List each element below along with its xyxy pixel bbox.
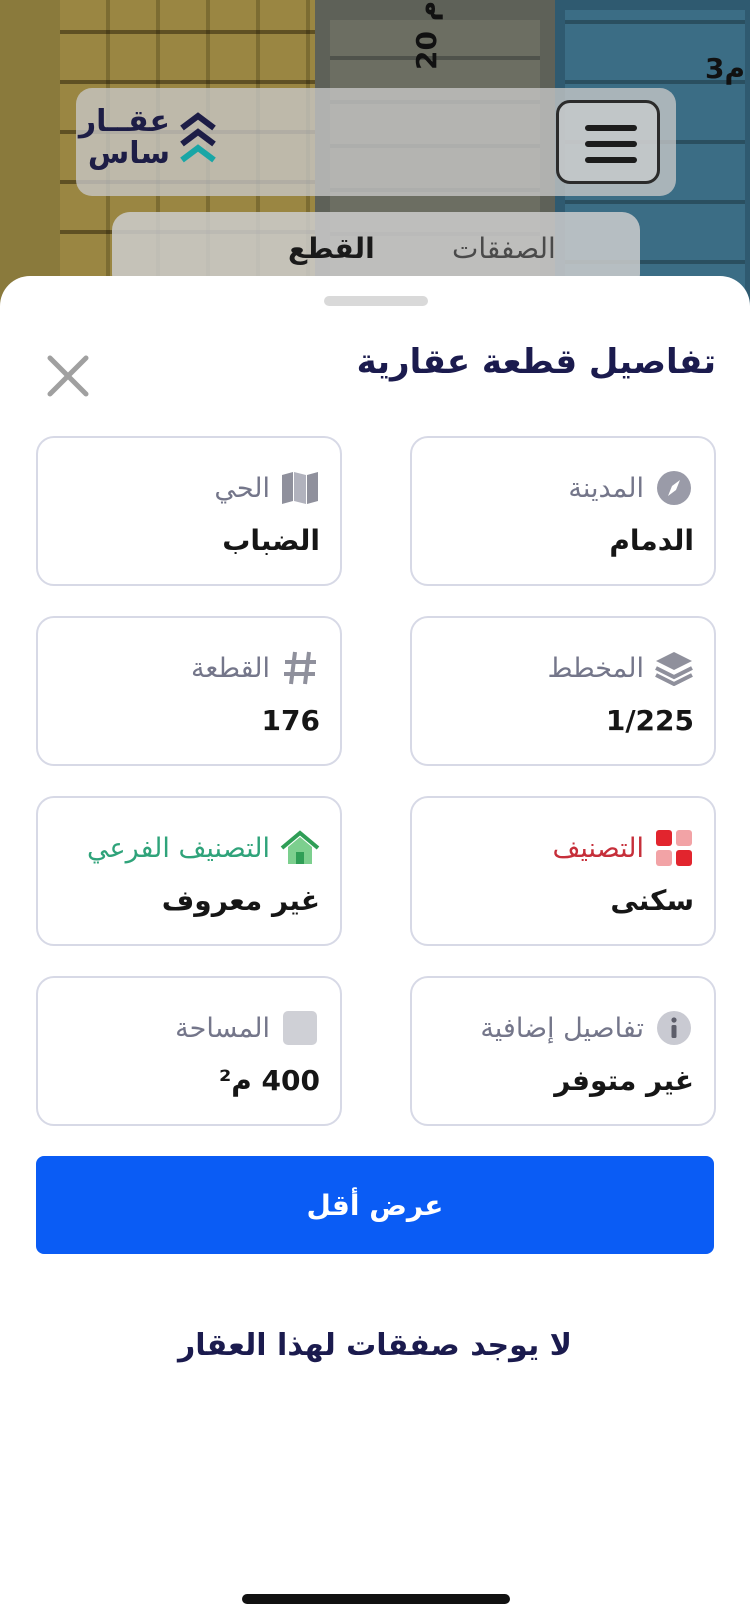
card-label: تفاصيل إضافية bbox=[480, 1012, 644, 1044]
card-value: غير معروف bbox=[161, 884, 320, 917]
app-logo: عقــار ساس bbox=[78, 104, 228, 176]
card-value: 176 bbox=[261, 704, 320, 737]
layers-icon bbox=[655, 652, 693, 686]
menu-icon bbox=[585, 125, 637, 131]
menu-icon bbox=[585, 141, 637, 147]
card-label: المدينة bbox=[568, 472, 644, 504]
hash-icon bbox=[284, 651, 316, 685]
grid-icon bbox=[656, 830, 692, 866]
plot-details-sheet: تفاصيل قطعة عقارية المدينة الدمام الحي ا… bbox=[0, 276, 750, 1624]
card-value: غير متوفر bbox=[554, 1064, 694, 1097]
sheet-title: تفاصيل قطعة عقارية bbox=[356, 342, 716, 382]
card-label: المساحة bbox=[175, 1012, 270, 1044]
show-less-button[interactable]: عرض أقل bbox=[36, 1156, 714, 1254]
card-plot: القطعة 176 bbox=[36, 616, 342, 766]
card-label: التصنيف الفرعي bbox=[86, 832, 270, 864]
card-label: المخطط bbox=[547, 652, 644, 684]
logo-chevrons-icon bbox=[180, 112, 216, 163]
card-classification: التصنيف سكنى bbox=[410, 796, 716, 946]
card-label: التصنيف bbox=[552, 832, 644, 864]
sheet-grabber[interactable] bbox=[324, 296, 428, 306]
card-sub-classification: التصنيف الفرعي غير معروف bbox=[36, 796, 342, 946]
card-extra-details: تفاصيل إضافية غير متوفر bbox=[410, 976, 716, 1126]
card-label: القطعة bbox=[190, 652, 270, 684]
card-value: 1/225 bbox=[605, 704, 694, 737]
info-icon bbox=[657, 1011, 691, 1045]
square-icon bbox=[283, 1011, 317, 1045]
card-plan: المخطط 1/225 bbox=[410, 616, 716, 766]
logo-text-line: عقــار bbox=[78, 104, 170, 139]
map-dimension-label: 3م bbox=[705, 52, 746, 85]
top-bar: عقــار ساس bbox=[76, 88, 676, 196]
card-value: الضباب bbox=[222, 524, 320, 557]
card-city: المدينة الدمام bbox=[410, 436, 716, 586]
house-icon bbox=[280, 830, 320, 864]
compass-icon bbox=[657, 471, 691, 505]
close-icon[interactable] bbox=[44, 352, 92, 400]
logo-text-line: ساس bbox=[87, 136, 170, 171]
card-value: سكنى bbox=[610, 884, 694, 917]
card-district: الحي الضباب bbox=[36, 436, 342, 586]
logo-text: عقــار ساس bbox=[78, 104, 170, 171]
no-deals-message: لا يوجد صفقات لهذا العقار bbox=[177, 1328, 572, 1363]
menu-button[interactable] bbox=[556, 100, 660, 184]
card-value: 400 م² bbox=[219, 1064, 320, 1097]
home-indicator[interactable] bbox=[242, 1594, 510, 1604]
card-area: المساحة 400 م² bbox=[36, 976, 342, 1126]
map-icon bbox=[282, 472, 318, 504]
map-dimension-label: 20 م bbox=[410, 0, 443, 70]
card-label: الحي bbox=[214, 472, 270, 504]
menu-icon bbox=[585, 157, 637, 163]
tab-deals[interactable]: الصفقات bbox=[452, 232, 556, 265]
card-value: الدمام bbox=[609, 524, 694, 557]
tab-plots[interactable]: القطع bbox=[288, 232, 375, 265]
